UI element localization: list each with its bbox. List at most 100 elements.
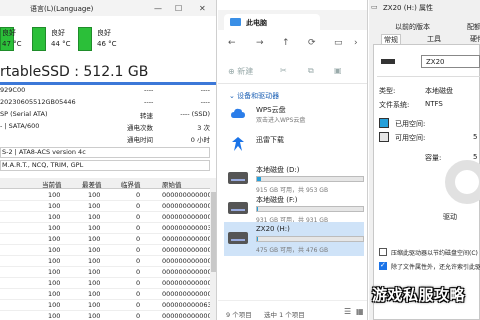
used-space-label: 已用空间: <box>395 120 426 128</box>
filesystem-label: 文件系统: <box>379 101 410 109</box>
tab-tools[interactable]: 工具 <box>427 34 441 44</box>
scrollbar-thumb[interactable] <box>211 192 216 272</box>
table-cell: 100 <box>88 290 101 298</box>
col-raw[interactable]: 原始值 <box>162 179 182 189</box>
tab-quota[interactable]: 配额 <box>467 22 480 32</box>
col-threshold[interactable]: 临界值 <box>121 179 141 189</box>
cut-icon[interactable]: ✂ <box>280 66 287 75</box>
info-value: 0 小时 <box>190 136 210 144</box>
info-value: ---- <box>200 98 210 106</box>
health-indicator <box>78 27 92 51</box>
info-value: 3 次 <box>197 124 210 132</box>
info-left: 20230605512GB05446 <box>0 98 76 106</box>
info-row: SP (Serial ATA) 转速 ---- (SSD) <box>0 110 216 121</box>
new-label: 新建 <box>237 67 254 76</box>
details-view-icon[interactable]: ☰ <box>344 307 351 316</box>
table-cell: 100 <box>48 268 61 276</box>
table-row[interactable]: 100 100 0 000000000000 <box>0 278 212 289</box>
health-indicator <box>32 27 46 51</box>
forward-icon[interactable]: → <box>256 38 264 48</box>
info-dashes: ---- <box>144 86 154 94</box>
up-icon[interactable]: ↑ <box>282 38 290 48</box>
navigation-bar: ← → ↑ ⟳ ▭ › <box>218 30 367 56</box>
tiles-view-icon[interactable]: ▦ <box>356 307 364 316</box>
thunder-item[interactable]: 迅雷下载 <box>228 134 367 156</box>
temp-text: 47 °C <box>2 40 22 48</box>
table-cell: 000000000000 <box>162 257 212 265</box>
drive-usage-fill <box>257 237 259 241</box>
standard-text: S-2 | ATA8-ACS version 4c <box>0 147 210 158</box>
table-row[interactable]: 100 100 0 000000000003 <box>0 223 212 234</box>
table-cell: 000000000000 <box>162 191 212 199</box>
table-row[interactable]: 100 100 0 000000000000 <box>0 234 212 245</box>
info-left: - | SATA/600 <box>0 122 40 130</box>
table-row[interactable]: 100 100 0 000000000000 <box>0 201 212 212</box>
title-separator <box>0 82 216 85</box>
free-space-label: 可用空间: <box>395 134 426 142</box>
info-key: 通电次数 <box>127 124 153 132</box>
smart-scrollbar[interactable] <box>210 178 216 320</box>
computer-icon <box>230 18 241 26</box>
compress-checkbox[interactable] <box>379 248 387 256</box>
table-cell: 0 <box>136 235 141 243</box>
table-cell: 100 <box>88 279 101 287</box>
more-icon[interactable]: › <box>354 38 358 48</box>
col-worst[interactable]: 最差值 <box>82 179 102 189</box>
table-cell: 100 <box>88 257 101 265</box>
smart-table: 当前值 最差值 临界值 原始值 100 100 0 000000000000 100 10… <box>0 178 216 320</box>
language-menu[interactable]: 语言(L)(Language) <box>30 4 93 14</box>
drive-name: 本地磁盘 (D:) <box>256 166 300 174</box>
item-count: 9 个项目 <box>226 311 252 319</box>
col-current[interactable]: 当前值 <box>42 179 62 189</box>
table-row[interactable]: 100 100 0 000000000000 <box>0 267 212 278</box>
maximize-icon[interactable]: ☐ <box>175 4 182 13</box>
table-cell: 100 <box>48 224 61 232</box>
tabs-row-1: 以前的版本 配额 <box>369 22 480 32</box>
table-cell: 0 <box>136 257 141 265</box>
tab-this-pc[interactable]: 此电脑 <box>224 14 320 30</box>
info-row: - | SATA/600 通电次数 3 次 <box>0 122 216 133</box>
table-row[interactable]: 100 100 0 000000000000 <box>0 256 212 267</box>
table-row[interactable]: 100 100 0 000000000000 <box>0 245 212 256</box>
monitor-icon[interactable]: ▭ <box>334 38 343 48</box>
copy-icon[interactable]: ⧉ <box>308 66 314 76</box>
drive-d[interactable]: 本地磁盘 (D:) 915 GB 可用，共 953 GB <box>224 162 364 196</box>
explorer-tabbar: 此电脑 <box>218 10 367 30</box>
tab-previous-versions[interactable]: 以前的版本 <box>395 22 430 32</box>
app-name: WPS云盘 <box>256 106 286 114</box>
refresh-icon[interactable]: ⟳ <box>308 38 316 48</box>
table-row[interactable]: 100 100 0 000000000000 <box>0 311 212 320</box>
table-cell: 0 <box>136 246 141 254</box>
index-checkbox[interactable] <box>379 261 387 270</box>
table-cell: 100 <box>48 312 61 320</box>
tab-hardware[interactable]: 硬件 <box>470 34 480 44</box>
paste-icon[interactable]: ▣ <box>334 66 342 75</box>
table-row[interactable]: 100 100 0 000000000000 <box>0 212 212 223</box>
wps-cloud-item[interactable]: WPS云盘 双击进入WPS云盘 <box>228 104 367 126</box>
back-icon[interactable]: ← <box>228 38 236 48</box>
minimize-icon[interactable]: — <box>154 4 162 13</box>
table-cell: 000000000000 <box>162 279 212 287</box>
temp-text: 46 °C <box>97 40 117 48</box>
info-value: ---- <box>200 86 210 94</box>
type-value: 本地磁盘 <box>425 87 453 95</box>
table-cell: 0 <box>136 191 141 199</box>
drive-f[interactable]: 本地磁盘 (F:) 931 GB 可用，共 931 GB <box>224 192 364 226</box>
drive-h[interactable]: ZX20 (H:) 475 GB 可用，共 476 GB <box>224 222 364 256</box>
drive-large-icon <box>381 59 395 64</box>
table-row[interactable]: 100 100 0 000000000000 <box>0 190 212 201</box>
info-row: 20230605512GB05446 ---- ---- <box>0 98 216 109</box>
compress-label: 压缩此驱动器以节约磁盘空间(C) <box>391 250 478 257</box>
table-cell: 0 <box>136 202 141 210</box>
close-icon[interactable]: ✕ <box>199 4 206 13</box>
table-row[interactable]: 100 100 0 000000000063 <box>0 300 212 311</box>
table-cell: 100 <box>48 246 61 254</box>
new-button[interactable]: ⊕ 新建 <box>228 66 253 77</box>
disk-title: rtableSSD : 512.1 GB <box>0 64 149 80</box>
volume-name-input[interactable]: ZX20 <box>421 55 480 68</box>
table-cell: 100 <box>48 213 61 221</box>
explorer-window: 此电脑 ← → ↑ ⟳ ▭ › ⊕ 新建 ✂ ⧉ ▣ ⌄ 设备和驱动器 WPS云… <box>218 0 368 320</box>
command-bar: ⊕ 新建 ✂ ⧉ ▣ <box>218 58 367 84</box>
table-row[interactable]: 100 100 0 000000000000 <box>0 289 212 300</box>
devices-section-header[interactable]: ⌄ 设备和驱动器 <box>229 91 279 101</box>
